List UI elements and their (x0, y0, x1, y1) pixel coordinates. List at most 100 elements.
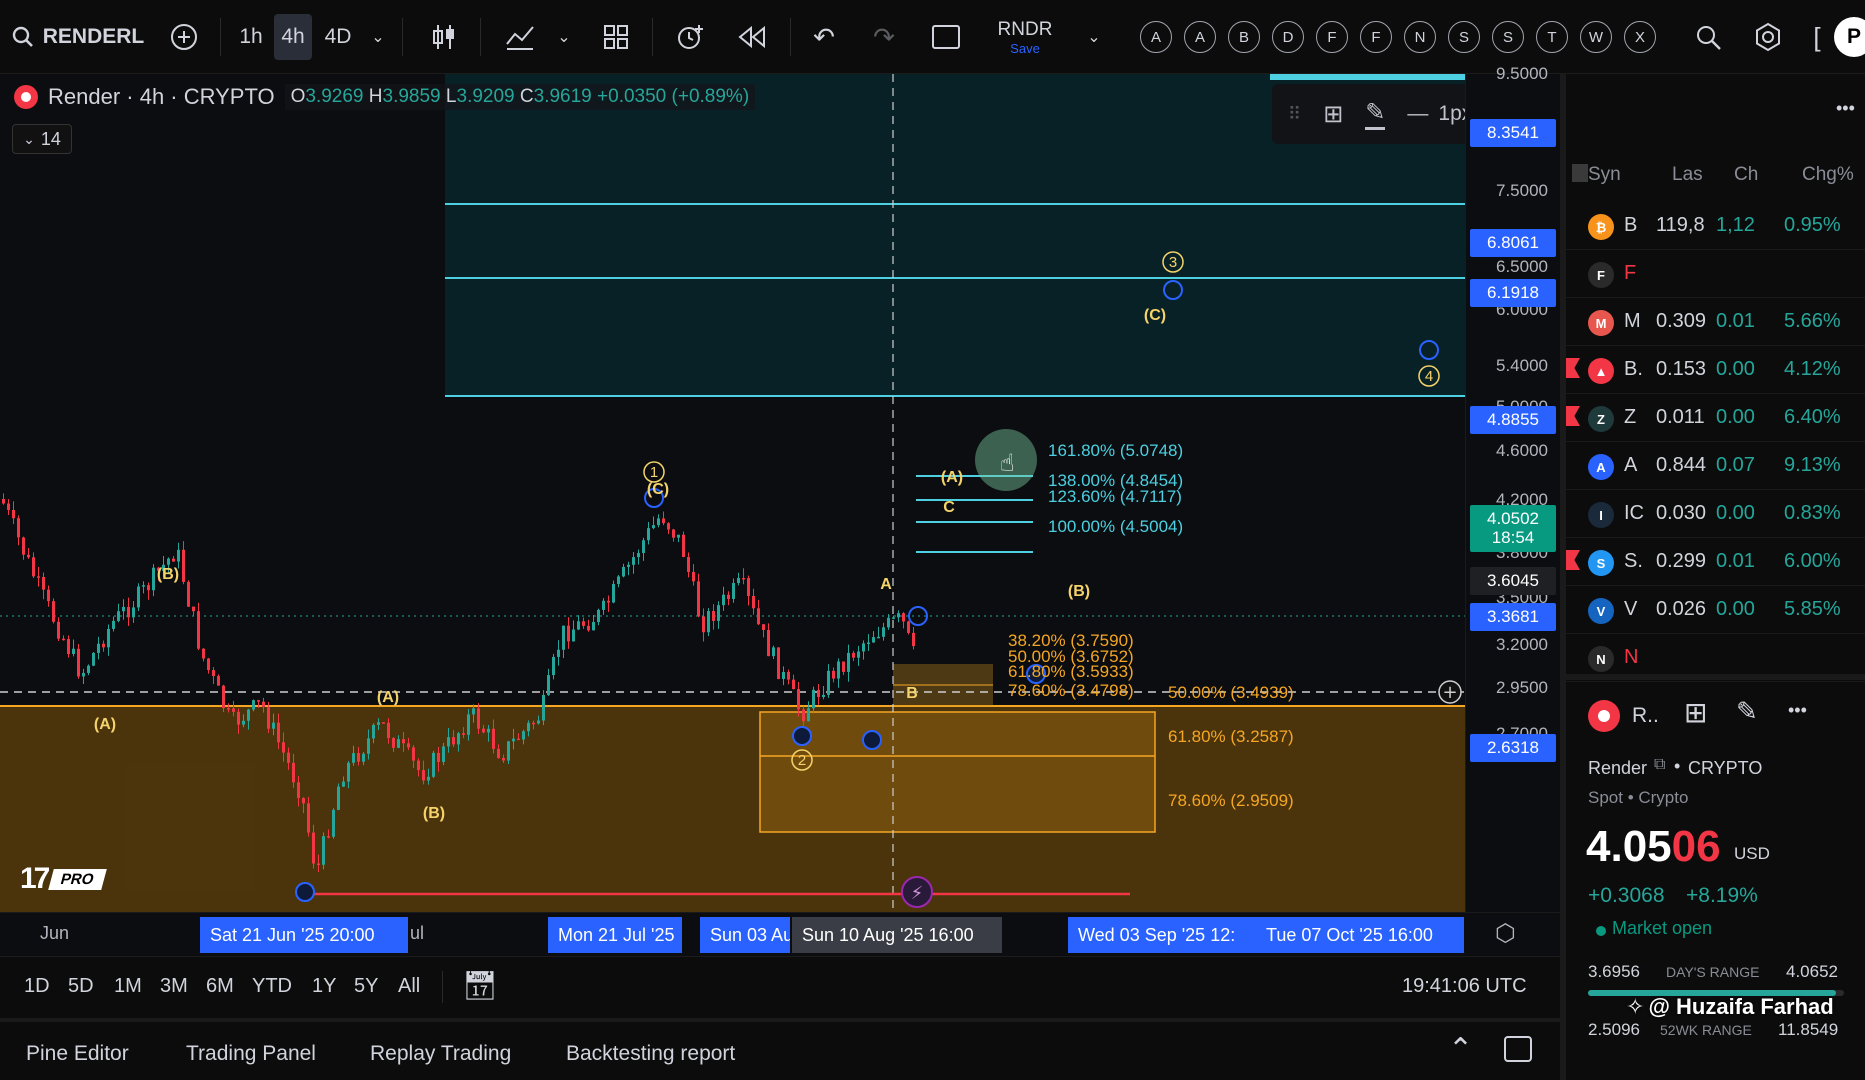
row-last: 0.299 (1656, 550, 1707, 572)
detail-name[interactable]: Render (1588, 758, 1647, 779)
indicators-dropdown[interactable]: ⌄ (552, 14, 576, 60)
watchlist-row[interactable]: ₿ B 119,8 1,12 0.95% (1566, 202, 1865, 250)
chevron-up-icon[interactable]: ⌃ (1448, 1032, 1473, 1067)
edit-icon[interactable]: ✎ (1736, 696, 1758, 727)
axis-settings-icon[interactable]: ⬡ (1495, 919, 1516, 948)
symbol-search[interactable]: RENDERL (10, 14, 145, 60)
external-link-icon[interactable]: ⧉ (1654, 756, 1665, 774)
row-change-pct: 6.40% (1784, 406, 1841, 428)
quick-symbol-11[interactable]: X (1622, 14, 1658, 60)
col-change-pct[interactable]: Chg% (1802, 164, 1854, 186)
interval-1h[interactable]: 1h (232, 14, 270, 60)
undo-button[interactable]: ↶ (806, 14, 842, 60)
watchlist-row[interactable]: A A 0.844 0.07 9.13% (1566, 442, 1865, 490)
pencil-icon[interactable]: ✎ (1365, 98, 1386, 130)
chart-type-button[interactable] (424, 14, 464, 60)
price-axis[interactable]: 9.50007.50006.50006.00005.40005.00004.60… (1465, 64, 1560, 912)
interval-4h[interactable]: 4h (274, 14, 312, 60)
utc-clock[interactable]: 19:41:06 UTC (1402, 975, 1527, 998)
flag-icon[interactable] (1566, 406, 1580, 426)
watchlist-row[interactable]: V V 0.026 0.00 5.85% (1566, 586, 1865, 634)
save-dropdown[interactable]: ⌄ (1082, 14, 1106, 60)
quick-search-button[interactable] (1688, 14, 1728, 60)
watchlist-row[interactable]: M M 0.309 0.01 5.66% (1566, 298, 1865, 346)
legend-title[interactable]: Render · 4h · CRYPTO (48, 84, 275, 110)
quick-symbol-5[interactable]: F (1358, 14, 1394, 60)
quick-symbol-2[interactable]: B (1226, 14, 1262, 60)
quick-symbol-0[interactable]: A (1138, 14, 1174, 60)
save-layout-button[interactable]: RNDR Save (990, 14, 1060, 60)
col-last[interactable]: Las (1672, 164, 1703, 186)
tab-backtesting-report[interactable]: Backtesting report (566, 1042, 735, 1066)
maximize-panel-icon[interactable] (1504, 1036, 1532, 1062)
col-change[interactable]: Ch (1734, 164, 1758, 186)
row-change: 0.00 (1716, 358, 1755, 380)
range-1m[interactable]: 1M (114, 975, 142, 998)
price-badge: 3.3681 (1470, 603, 1556, 631)
fullscreen-toggle[interactable] (926, 14, 966, 60)
range-1d[interactable]: 1D (24, 975, 50, 998)
range-5d[interactable]: 5D (68, 975, 94, 998)
interval-4d[interactable]: 4D (318, 14, 358, 60)
flag-icon[interactable] (1566, 550, 1580, 570)
quick-symbol-8[interactable]: S (1490, 14, 1526, 60)
settings-button[interactable] (1748, 14, 1788, 60)
detail-price: 4.0506 (1586, 822, 1721, 872)
chart-area[interactable]: 1 (C) 2 3 4 (B) (A) (A) (B) (B) (C) (A) A C B 161.80% (… (0, 74, 1560, 912)
watchlist-row[interactable]: I IC 0.030 0.00 0.83% (1566, 490, 1865, 538)
range-ytd[interactable]: YTD (252, 975, 292, 998)
templates-icon[interactable]: ⊞ (1323, 100, 1343, 129)
quick-symbol-10[interactable]: W (1578, 14, 1614, 60)
alert-button[interactable] (670, 14, 710, 60)
range-all[interactable]: All (398, 975, 420, 998)
grid-icon[interactable]: ⊞ (1684, 696, 1707, 729)
profile-avatar[interactable]: P (1834, 17, 1865, 57)
range-6m[interactable]: 6M (206, 975, 234, 998)
interval-dropdown[interactable]: ⌄ (364, 14, 392, 60)
row-symbol: S. (1624, 550, 1643, 572)
redo-button[interactable]: ↷ (866, 14, 902, 60)
candle-body (637, 553, 640, 558)
date-range-icon[interactable]: 📅︎ (462, 969, 498, 1002)
flag-icon[interactable] (1566, 358, 1580, 378)
time-axis[interactable]: Jun Sat 21 Jun '25 20:00 ul Mon 21 Jul '… (0, 912, 1560, 956)
quick-symbol-9[interactable]: T (1534, 14, 1570, 60)
range-5y[interactable]: 5Y (354, 975, 378, 998)
drag-handle-icon[interactable]: ⠿ (1288, 104, 1301, 125)
chart-canvas[interactable]: 1(C)234(B)(A)(A)(B)(B)(C)(A)ACB161.80% (… (0, 74, 1465, 912)
add-symbol-button[interactable] (164, 14, 204, 60)
line-style-button[interactable]: —1px (1407, 102, 1472, 126)
quick-symbol-4[interactable]: F (1314, 14, 1350, 60)
indicator-collapse-button[interactable]: ⌄ 14 (12, 124, 72, 154)
watchlist-row[interactable]: Z Z 0.011 0.00 6.40% (1566, 394, 1865, 442)
tab-replay-trading[interactable]: Replay Trading (370, 1042, 511, 1066)
quick-symbol-3[interactable]: D (1270, 14, 1306, 60)
tab-trading-panel[interactable]: Trading Panel (186, 1042, 316, 1066)
more-icon[interactable]: ••• (1788, 700, 1807, 721)
fullscreen-button[interactable]: [ (1806, 14, 1828, 60)
watchlist-row[interactable]: S S. 0.299 0.01 6.00% (1566, 538, 1865, 586)
candle-body (397, 739, 400, 748)
plus-icon: + (1442, 682, 1457, 703)
quick-symbol-7[interactable]: S (1446, 14, 1482, 60)
col-symbol[interactable]: Syn (1588, 164, 1621, 186)
layouts-button[interactable] (596, 14, 636, 60)
candle-body (567, 625, 570, 642)
tab-pine-editor[interactable]: Pine Editor (26, 1042, 129, 1066)
watchlist-row[interactable]: FF (1566, 250, 1865, 298)
watchlist-row[interactable]: ▲ B. 0.153 0.00 4.12% (1566, 346, 1865, 394)
gear-icon (1756, 22, 1780, 52)
interval-label: 4h (281, 25, 305, 48)
indicators-button[interactable] (500, 14, 540, 60)
range-3m[interactable]: 3M (160, 975, 188, 998)
redo-icon: ↷ (873, 21, 895, 52)
candle-body (787, 671, 790, 680)
quick-symbol-1[interactable]: A (1182, 14, 1218, 60)
range-1y[interactable]: 1Y (312, 975, 336, 998)
header-checkbox[interactable] (1572, 164, 1588, 182)
wave-label: A (880, 576, 892, 593)
candle-body (512, 738, 515, 742)
quick-symbol-6[interactable]: N (1402, 14, 1438, 60)
more-icon[interactable]: ••• (1836, 98, 1855, 119)
replay-button[interactable] (732, 14, 772, 60)
